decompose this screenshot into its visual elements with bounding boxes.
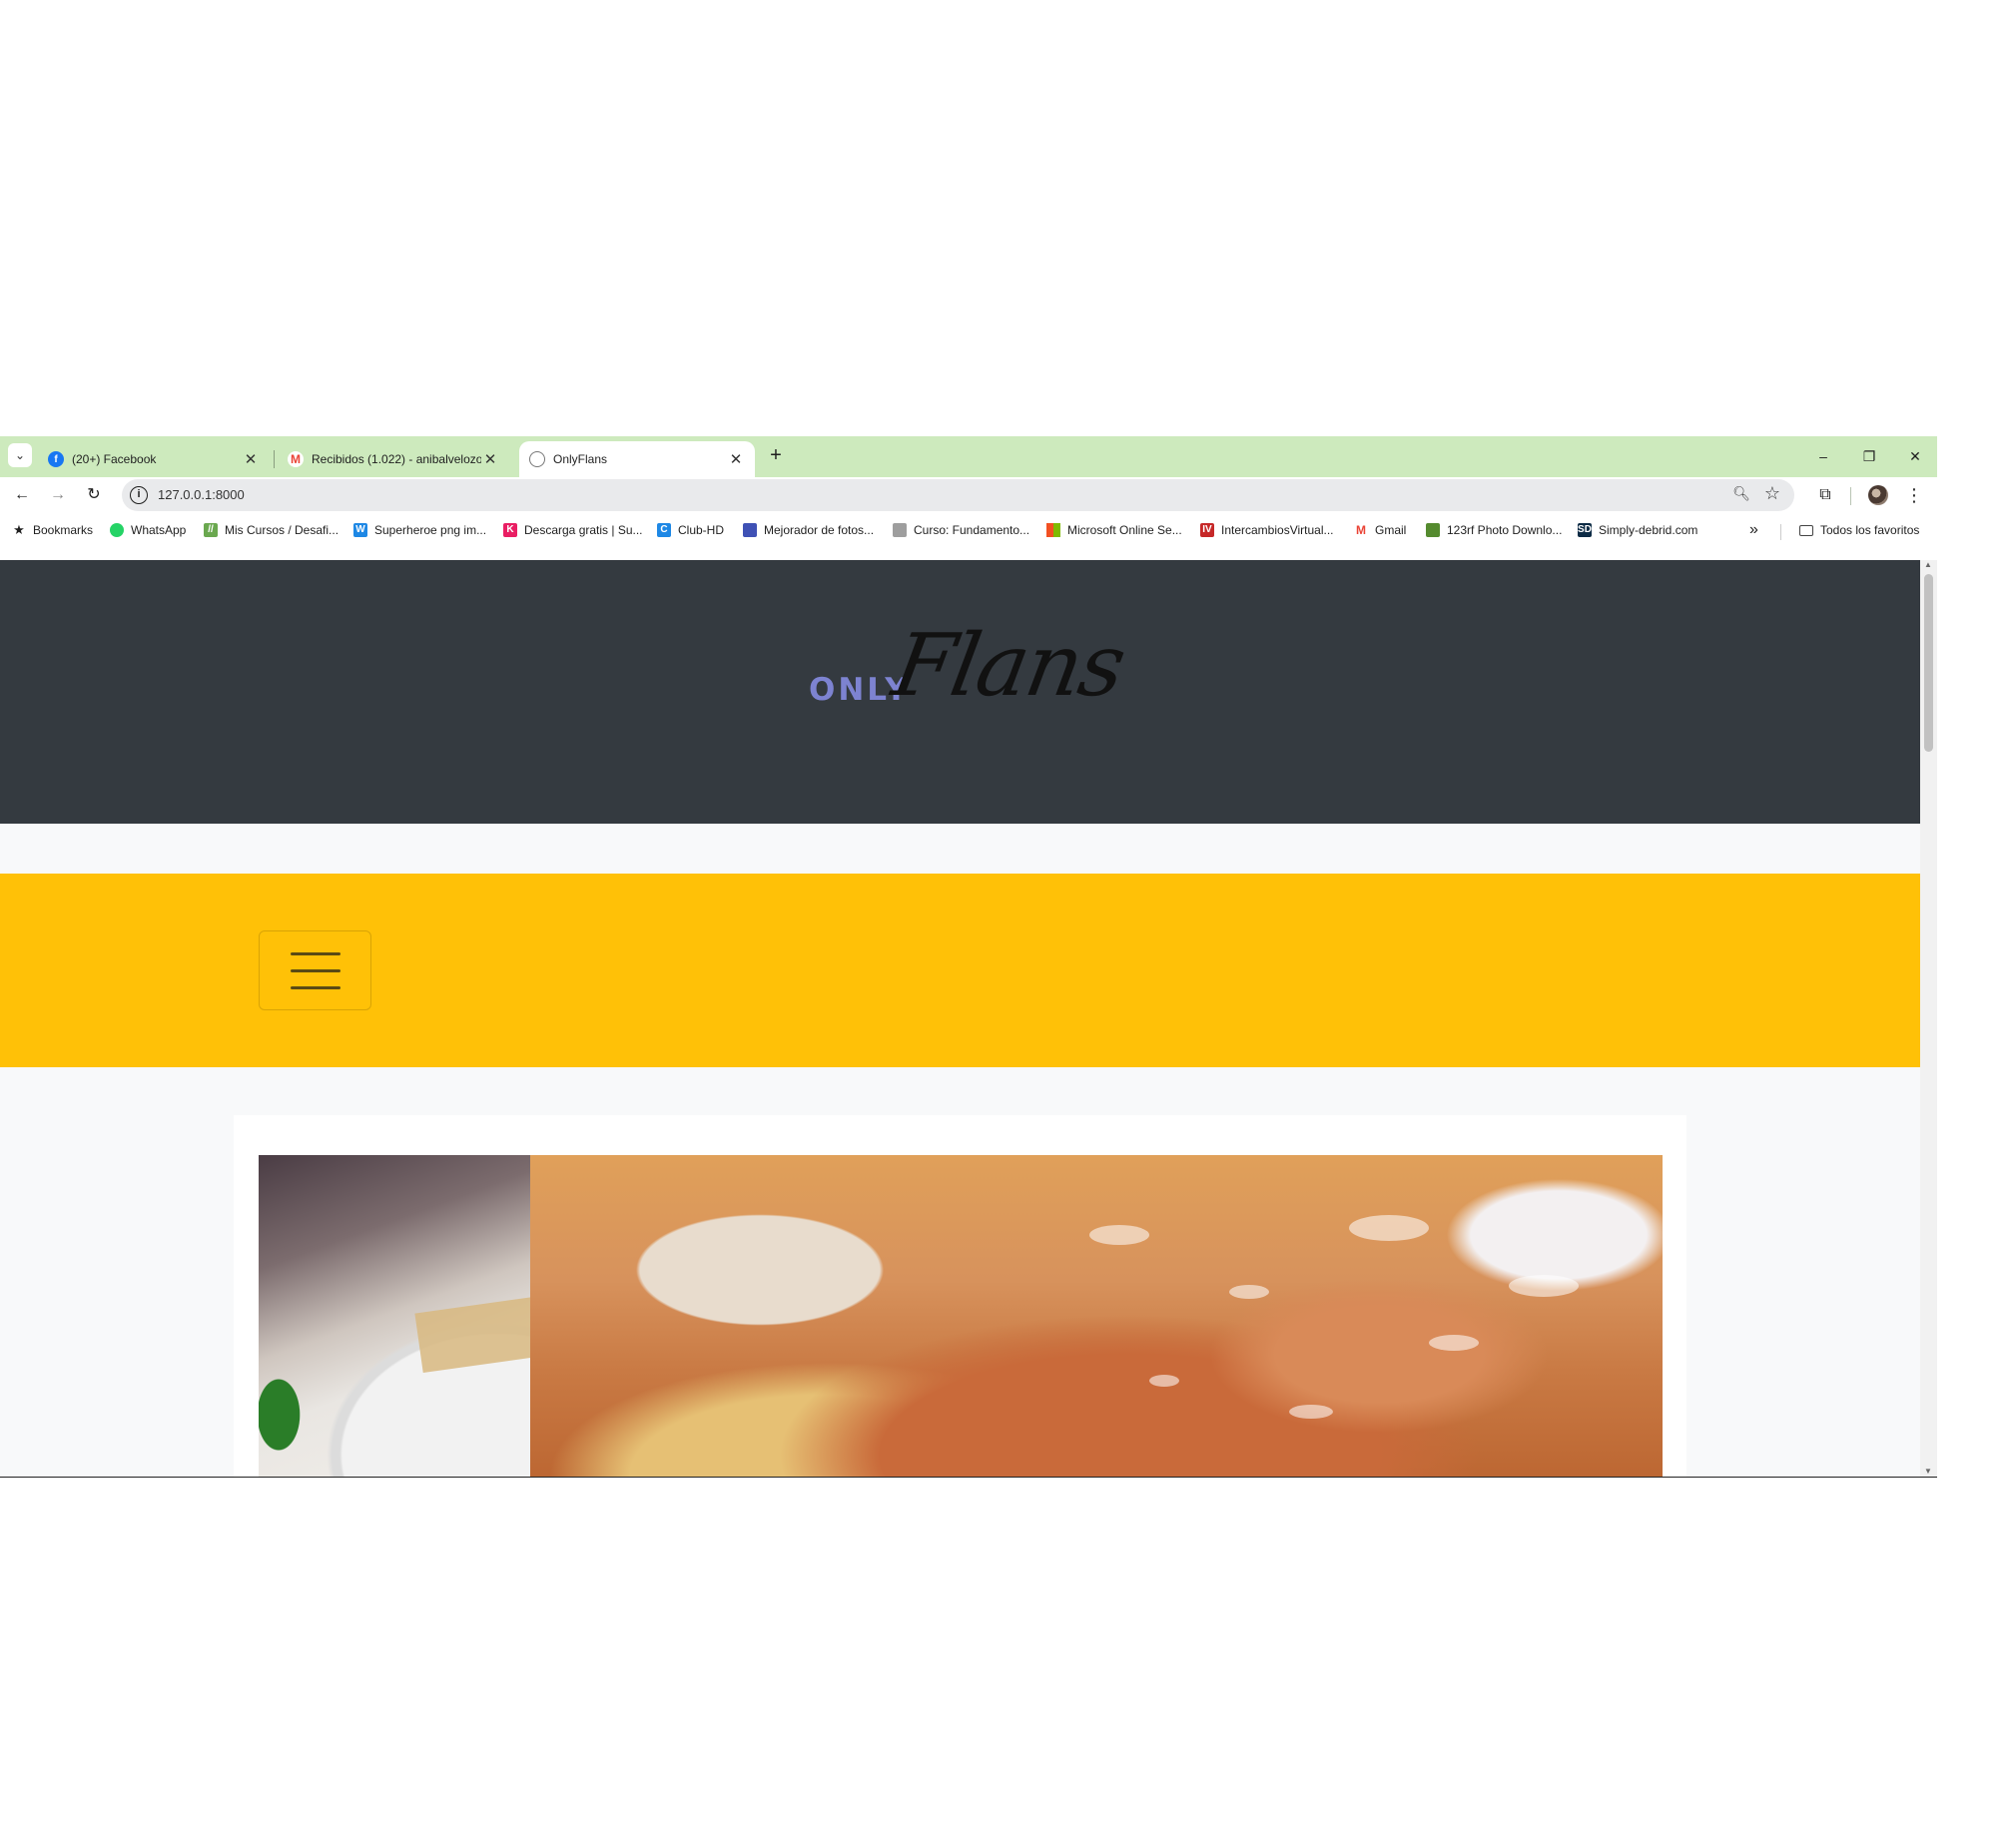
site-logo[interactable]: ONLY Flans: [809, 616, 1131, 720]
course-icon: [893, 523, 907, 537]
tab-onlyflans[interactable]: OnlyFlans ✕: [519, 441, 755, 477]
bookmark-gmail[interactable]: M Gmail: [1354, 523, 1406, 537]
bookmark-label: Simply-debrid.com: [1599, 523, 1698, 537]
facebook-icon: f: [48, 451, 64, 467]
close-window-button[interactable]: ✕: [1895, 442, 1935, 470]
bookmark-microsoft[interactable]: Microsoft Online Se...: [1046, 523, 1182, 537]
globe-icon: [529, 451, 545, 467]
hero-image-left-panel: [259, 1155, 542, 1477]
logo-flans-text: Flans: [886, 616, 1131, 716]
bookmark-label: WhatsApp: [131, 523, 187, 537]
bookmark-mis-cursos[interactable]: // Mis Cursos / Desafi...: [204, 523, 338, 537]
back-button[interactable]: ←: [10, 483, 34, 507]
tab-strip: ⌄ f (20+) Facebook ✕ M Recibidos (1.022)…: [0, 436, 1937, 477]
info-icon[interactable]: i: [130, 486, 148, 504]
bookmark-simply-debrid[interactable]: SD Simply-debrid.com: [1578, 523, 1697, 537]
navbar-toggle-button[interactable]: [259, 930, 371, 1010]
tab-title: (20+) Facebook: [72, 452, 157, 466]
bookmark-superheroe[interactable]: W Superheroe png im...: [353, 523, 486, 537]
whatsapp-icon: [110, 523, 124, 537]
page-viewport: ONLY Flans ▲ ▼: [0, 560, 1937, 1477]
bookmark-label: Club-HD: [678, 523, 725, 537]
gmail-icon: M: [1354, 523, 1368, 537]
site-header: ONLY Flans: [0, 560, 1920, 824]
scroll-up-icon[interactable]: ▲: [1924, 560, 1932, 569]
hero-image-right-panel: [530, 1155, 1663, 1477]
all-bookmarks-button[interactable]: Todos los favoritos: [1799, 523, 1919, 537]
scroll-thumb[interactable]: [1924, 574, 1933, 752]
w-logo-icon: W: [353, 523, 367, 537]
bookmark-mejorador[interactable]: Mejorador de fotos...: [743, 523, 874, 537]
spacer: [0, 824, 1920, 874]
close-icon[interactable]: ✕: [727, 450, 745, 468]
toolbar-separator: [1850, 487, 1851, 505]
sd-logo-icon: SD: [1578, 523, 1592, 537]
iv-logo-icon: IV: [1200, 523, 1214, 537]
flan-hero-image: [259, 1155, 1663, 1477]
bookmark-whatsapp[interactable]: WhatsApp: [110, 523, 186, 537]
bookmark-label: Mejorador de fotos...: [764, 523, 875, 537]
bookmarks-button[interactable]: ★ Bookmarks: [12, 522, 94, 538]
extensions-icon[interactable]: ⧉: [1813, 483, 1837, 507]
bookmark-123rf[interactable]: 123rf Photo Downlo...: [1426, 523, 1562, 537]
star-icon: ★: [13, 522, 25, 537]
bookmark-label: IntercambiosVirtual...: [1221, 523, 1334, 537]
tab-search-button[interactable]: ⌄: [8, 443, 32, 467]
bookmark-label: Curso: Fundamento...: [914, 523, 1030, 537]
tab-separator: [274, 450, 275, 468]
bookmark-curso[interactable]: Curso: Fundamento...: [893, 523, 1029, 537]
folder-icon: [1799, 524, 1813, 536]
course-icon: //: [204, 523, 218, 537]
navbar: [0, 874, 1920, 1067]
bookmark-label: Microsoft Online Se...: [1067, 523, 1182, 537]
gmail-icon: M: [288, 451, 304, 467]
profile-avatar[interactable]: [1868, 485, 1888, 505]
tab-facebook[interactable]: f (20+) Facebook ✕: [38, 441, 270, 477]
bookmark-club-hd[interactable]: C Club-HD: [657, 523, 724, 537]
scrollbar[interactable]: ▲ ▼: [1920, 560, 1937, 1477]
bookmark-label: Todos los favoritos: [1820, 523, 1920, 537]
browser-window: ⌄ f (20+) Facebook ✕ M Recibidos (1.022)…: [0, 436, 1937, 1478]
tab-gmail[interactable]: M Recibidos (1.022) - anibalvelozo ✕: [278, 441, 509, 477]
scroll-down-icon[interactable]: ▼: [1924, 1467, 1932, 1476]
bookmarks-bar: ★ Bookmarks WhatsApp // Mis Cursos / Des…: [0, 513, 1937, 549]
bookmarks-separator: [1780, 524, 1781, 540]
toolbar: ← → ↻ i 127.0.0.1:8000 🔍︎ ☆ ⧉ ⋮: [0, 477, 1937, 513]
new-tab-button[interactable]: +: [765, 444, 787, 466]
bookmark-label: Mis Cursos / Desafi...: [225, 523, 339, 537]
reload-button[interactable]: ↻: [82, 483, 106, 507]
address-bar[interactable]: i 127.0.0.1:8000 🔍︎ ☆: [122, 479, 1794, 511]
tab-title: Recibidos (1.022) - anibalvelozo: [312, 452, 481, 466]
123rf-icon: [1426, 523, 1440, 537]
k-logo-icon: K: [503, 523, 517, 537]
minimize-button[interactable]: –: [1803, 442, 1843, 470]
bookmark-intercambios[interactable]: IV IntercambiosVirtual...: [1200, 523, 1334, 537]
microsoft-icon: [1046, 523, 1060, 537]
forward-button[interactable]: →: [46, 483, 70, 507]
c-logo-icon: C: [657, 523, 671, 537]
menu-icon[interactable]: ⋮: [1905, 482, 1923, 508]
chevron-down-icon: ⌄: [14, 448, 26, 462]
bookmark-descarga[interactable]: K Descarga gratis | Su...: [503, 523, 643, 537]
bookmark-star-icon[interactable]: ☆: [1764, 483, 1780, 504]
close-icon[interactable]: ✕: [481, 450, 499, 468]
bookmark-label: Superheroe png im...: [374, 523, 487, 537]
restore-button[interactable]: ❐: [1849, 442, 1889, 470]
tab-title: OnlyFlans: [553, 452, 608, 466]
wand-icon: [743, 523, 757, 537]
bookmark-label: 123rf Photo Downlo...: [1447, 523, 1563, 537]
zoom-icon[interactable]: 🔍︎: [1732, 485, 1750, 502]
address-url: 127.0.0.1:8000: [158, 487, 245, 502]
more-bookmarks-icon[interactable]: »: [1749, 521, 1758, 539]
bookmark-label: Gmail: [1375, 523, 1407, 537]
bookmark-label: Bookmarks: [33, 523, 94, 537]
bookmark-label: Descarga gratis | Su...: [524, 523, 643, 537]
page: ONLY Flans: [0, 560, 1920, 1477]
content-card: [234, 1115, 1686, 1477]
close-icon[interactable]: ✕: [242, 450, 260, 468]
